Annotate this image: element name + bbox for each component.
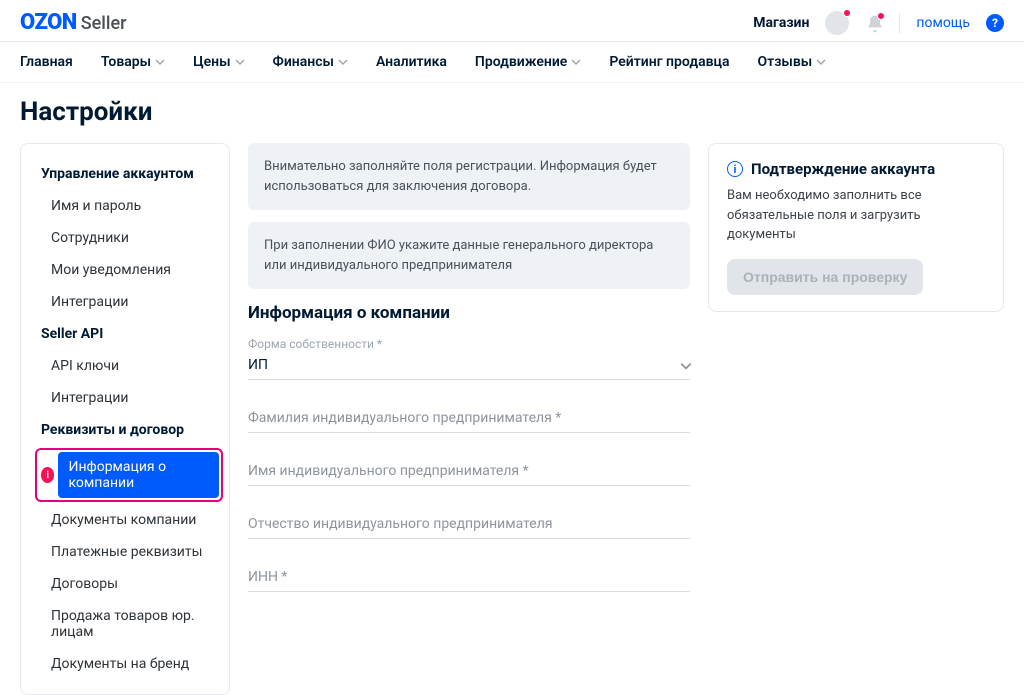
nav-products[interactable]: Товары: [101, 54, 165, 70]
alert-icon: i: [41, 467, 54, 483]
sidebar-item-payment-details[interactable]: Платежные реквизиты: [21, 536, 229, 568]
chevron-down-icon: [680, 360, 690, 370]
nav-reviews[interactable]: Отзывы: [758, 54, 827, 70]
nav-analytics[interactable]: Аналитика: [376, 54, 447, 70]
sidebar-section-requisites: Реквизиты и договор: [21, 414, 229, 446]
chevron-down-icon: [816, 57, 826, 67]
field-ownership: Форма собственности * ИП: [248, 337, 690, 380]
field-patronymic: Отчество индивидуального предпринимателя: [248, 512, 690, 539]
sidebar-item-name-password[interactable]: Имя и пароль: [21, 190, 229, 222]
info-icon: i: [727, 161, 743, 177]
firstname-input[interactable]: Имя индивидуального предпринимателя *: [248, 459, 690, 486]
field-inn: ИНН *: [248, 565, 690, 592]
ownership-select[interactable]: ИП: [248, 353, 690, 380]
sidebar-item-b2b-sales[interactable]: Продажа товаров юр. лицам: [21, 600, 229, 648]
chevron-down-icon: [571, 57, 581, 67]
logo-sub: Seller: [81, 13, 127, 34]
nav-home[interactable]: Главная: [20, 54, 73, 70]
sidebar-section-api: Seller API: [21, 318, 229, 350]
settings-sidebar: Управление аккаунтом Имя и пароль Сотруд…: [20, 143, 230, 695]
sidebar-section-account: Управление аккаунтом: [21, 158, 229, 190]
nav-prices[interactable]: Цены: [193, 54, 244, 70]
bell-icon[interactable]: [865, 14, 883, 32]
sidebar-item-company-info[interactable]: Информация о компании: [58, 452, 219, 498]
inn-input[interactable]: ИНН *: [248, 565, 690, 592]
sidebar-item-integrations-2[interactable]: Интеграции: [21, 382, 229, 414]
sidebar-item-brand-docs[interactable]: Документы на бренд: [21, 648, 229, 680]
chevron-down-icon: [155, 57, 165, 67]
nav-finance[interactable]: Финансы: [273, 54, 348, 70]
sidebar-item-company-info-highlight: i Информация о компании: [35, 448, 223, 502]
verification-panel: i Подтверждение аккаунта Вам необходимо …: [708, 143, 1004, 312]
submit-verification-button[interactable]: Отправить на проверку: [727, 259, 923, 295]
sidebar-item-contracts[interactable]: Договоры: [21, 568, 229, 600]
verification-title-row: i Подтверждение аккаунта: [727, 160, 985, 178]
top-bar: OZON Seller Магазин помощь ?: [0, 0, 1024, 42]
chevron-down-icon: [235, 57, 245, 67]
divider: [899, 12, 900, 34]
notice-registration: Внимательно заполняйте поля регистрации.…: [248, 143, 690, 210]
sidebar-item-employees[interactable]: Сотрудники: [21, 222, 229, 254]
field-ownership-label: Форма собственности *: [248, 337, 690, 351]
field-firstname: Имя индивидуального предпринимателя *: [248, 459, 690, 486]
help-link[interactable]: помощь: [916, 15, 970, 31]
top-right: Магазин помощь ?: [753, 11, 1004, 35]
logo[interactable]: OZON Seller: [20, 10, 126, 35]
sidebar-item-company-docs[interactable]: Документы компании: [21, 504, 229, 536]
page-title: Настройки: [20, 97, 1004, 127]
avatar-icon[interactable]: [825, 11, 849, 35]
bell-notification-dot: [877, 12, 885, 20]
patronymic-input[interactable]: Отчество индивидуального предпринимателя: [248, 512, 690, 539]
help-icon[interactable]: ?: [986, 14, 1004, 32]
field-lastname: Фамилия индивидуального предпринимателя …: [248, 406, 690, 433]
shop-selector[interactable]: Магазин: [753, 15, 809, 31]
ownership-value: ИП: [248, 357, 268, 373]
sidebar-item-api-keys[interactable]: API ключи: [21, 350, 229, 382]
avatar-notification-dot: [843, 9, 851, 17]
chevron-down-icon: [338, 57, 348, 67]
lastname-input[interactable]: Фамилия индивидуального предпринимателя …: [248, 406, 690, 433]
section-company-info-title: Информация о компании: [248, 303, 690, 323]
verification-title: Подтверждение аккаунта: [751, 160, 935, 178]
sidebar-item-notifications[interactable]: Мои уведомления: [21, 254, 229, 286]
sidebar-item-integrations-1[interactable]: Интеграции: [21, 286, 229, 318]
logo-brand: OZON: [20, 10, 77, 35]
nav-rating[interactable]: Рейтинг продавца: [609, 54, 729, 70]
verification-text: Вам необходимо заполнить все обязательны…: [727, 186, 985, 245]
notice-fio: При заполнении ФИО укажите данные генера…: [248, 222, 690, 289]
main-form: Внимательно заполняйте поля регистрации.…: [248, 143, 690, 618]
main-nav: Главная Товары Цены Финансы Аналитика Пр…: [0, 42, 1024, 83]
nav-promotion[interactable]: Продвижение: [475, 54, 581, 70]
